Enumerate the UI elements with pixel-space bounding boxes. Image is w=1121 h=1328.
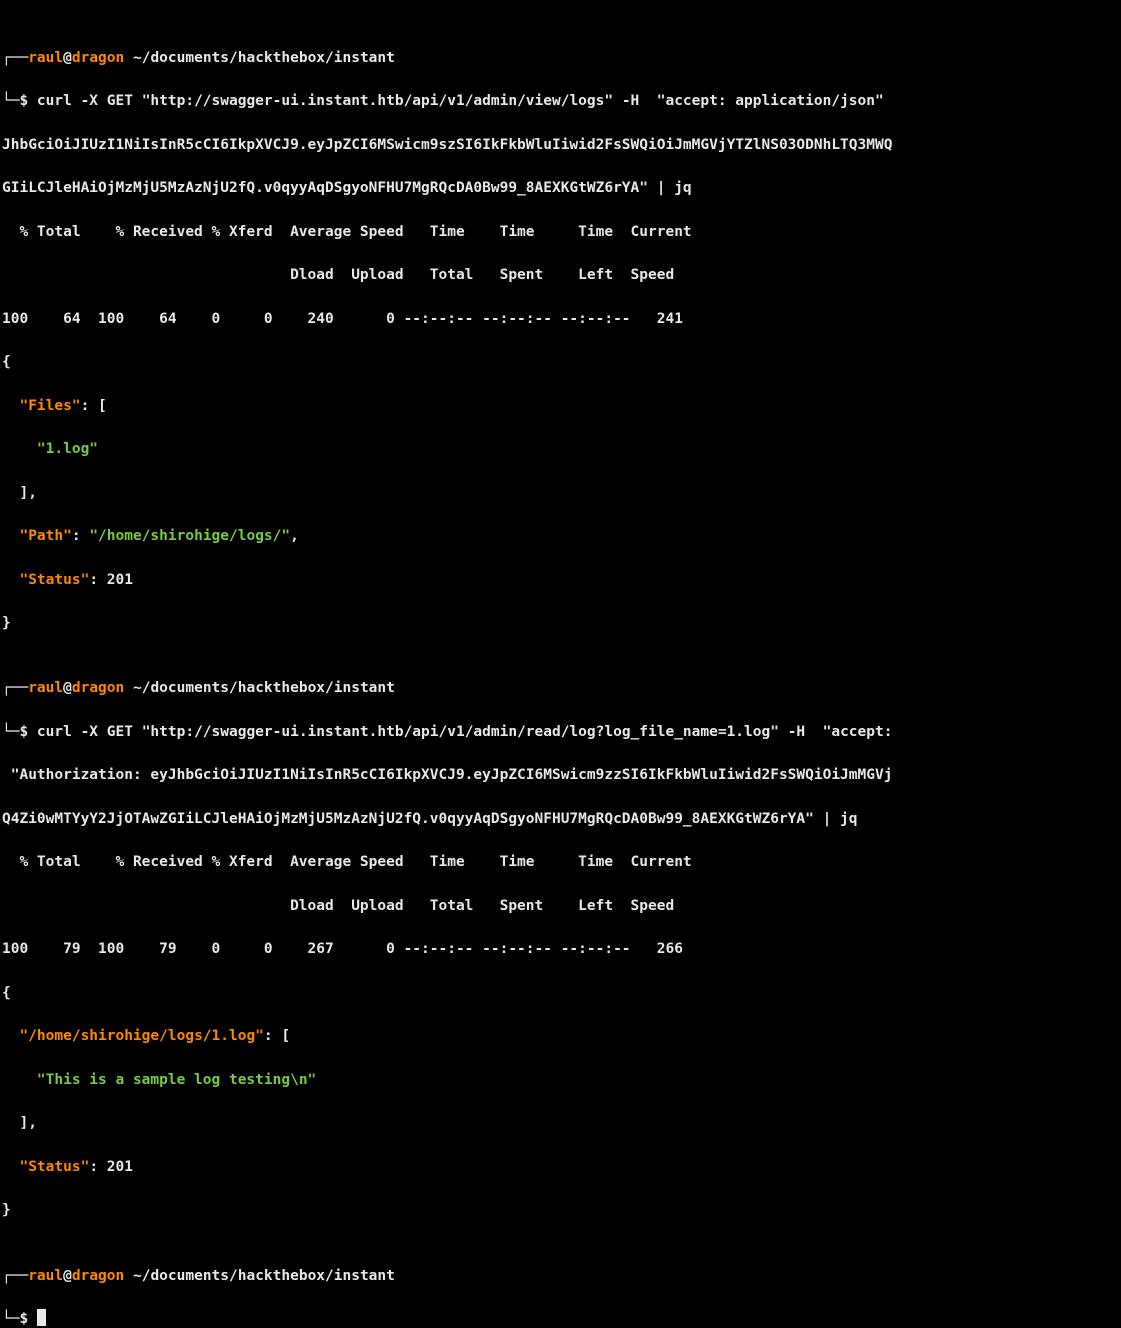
json-files-close: ], [2,483,1119,505]
json-status-1: "Status": 201 [2,570,1119,592]
json-open-2: { [2,983,1119,1005]
curl-row-2: 100 79 100 79 0 0 267 0 --:--:-- --:--:-… [2,939,1119,961]
json-log-close: ], [2,1113,1119,1135]
curl-header-2a: % Total % Received % Xferd Average Speed… [2,852,1119,874]
json-files-val: "1.log" [2,439,1119,461]
terminal-output[interactable]: ┌──raul@dragon ~/documents/hackthebox/in… [2,4,1119,1328]
prompt-cmd-3[interactable]: └─$ [2,1309,1119,1328]
json-log-key: "/home/shirohige/logs/1.log": [ [2,1026,1119,1048]
curl-header-1a: % Total % Received % Xferd Average Speed… [2,222,1119,244]
prompt-line-1: ┌──raul@dragon ~/documents/hackthebox/in… [2,48,1119,70]
cursor-icon [37,1309,46,1326]
json-log-val: "This is a sample log testing\n" [2,1070,1119,1092]
json-status-2: "Status": 201 [2,1157,1119,1179]
cmd-cont-1a: JhbGciOiJIUzI1NiIsInR5cCI6IkpXVCJ9.eyJpZ… [2,135,1119,157]
prompt-cmd-1: └─$ curl -X GET "http://swagger-ui.insta… [2,91,1119,113]
cmd-cont-1b: GIiLCJleHAiOjMzMjU5MzAzNjU2fQ.v0qyyAqDSg… [2,178,1119,200]
cmd-cont-2b: Q4Zi0wMTYyY2JjOTAwZGIiLCJleHAiOjMzMjU5Mz… [2,809,1119,831]
json-files-key: "Files": [ [2,396,1119,418]
cmd-cont-2a: "Authorization: eyJhbGciOiJIUzI1NiIsInR5… [2,765,1119,787]
json-path: "Path": "/home/shirohige/logs/", [2,526,1119,548]
prompt-cmd-2: └─$ curl -X GET "http://swagger-ui.insta… [2,722,1119,744]
curl-header-1b: Dload Upload Total Spent Left Speed [2,265,1119,287]
json-open-1: { [2,352,1119,374]
prompt-line-3: ┌──raul@dragon ~/documents/hackthebox/in… [2,1266,1119,1288]
prompt-line-2: ┌──raul@dragon ~/documents/hackthebox/in… [2,678,1119,700]
json-close-1: } [2,613,1119,635]
json-close-2: } [2,1200,1119,1222]
curl-header-2b: Dload Upload Total Spent Left Speed [2,896,1119,918]
curl-row-1: 100 64 100 64 0 0 240 0 --:--:-- --:--:-… [2,309,1119,331]
